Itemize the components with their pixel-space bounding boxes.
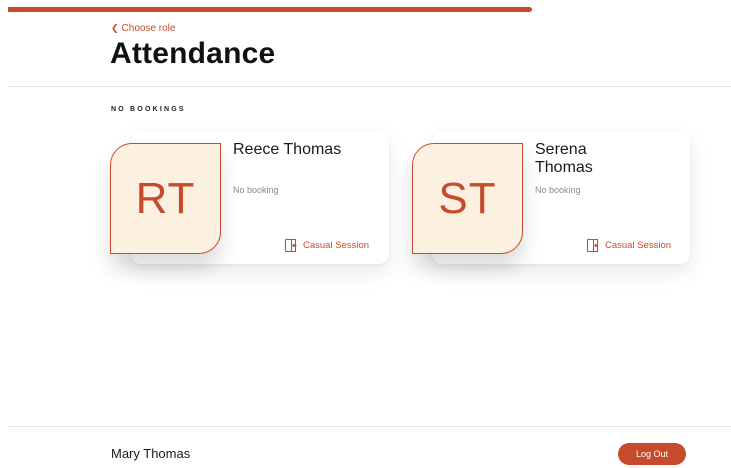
child-name: Reece Thomas	[233, 141, 342, 158]
child-name: Serena Thomas	[535, 141, 593, 176]
door-enter-icon	[284, 238, 297, 252]
progress-bar	[8, 7, 532, 12]
attendance-page: ❮ Choose role Attendance NO BOOKINGS RT …	[0, 0, 731, 468]
back-link-label: Choose role	[121, 23, 176, 34]
header-divider	[8, 86, 731, 87]
avatar: RT	[110, 143, 221, 254]
casual-session-button[interactable]: Casual Session	[585, 236, 671, 254]
footer-divider	[8, 426, 731, 427]
choose-role-link[interactable]: ❮ Choose role	[111, 23, 175, 34]
booking-status: No booking	[535, 185, 581, 195]
casual-session-label: Casual Session	[605, 239, 672, 251]
chevron-left-icon: ❮	[111, 23, 119, 33]
booking-status: No booking	[233, 185, 279, 195]
avatar: ST	[412, 143, 523, 254]
user-name: Mary Thomas	[111, 446, 191, 461]
casual-session-label: Casual Session	[303, 239, 370, 251]
logout-button[interactable]: Log Out	[618, 443, 686, 465]
door-enter-icon	[586, 238, 599, 252]
page-title: Attendance	[110, 37, 276, 70]
casual-session-button[interactable]: Casual Session	[283, 236, 369, 254]
section-label: NO BOOKINGS	[111, 106, 186, 113]
